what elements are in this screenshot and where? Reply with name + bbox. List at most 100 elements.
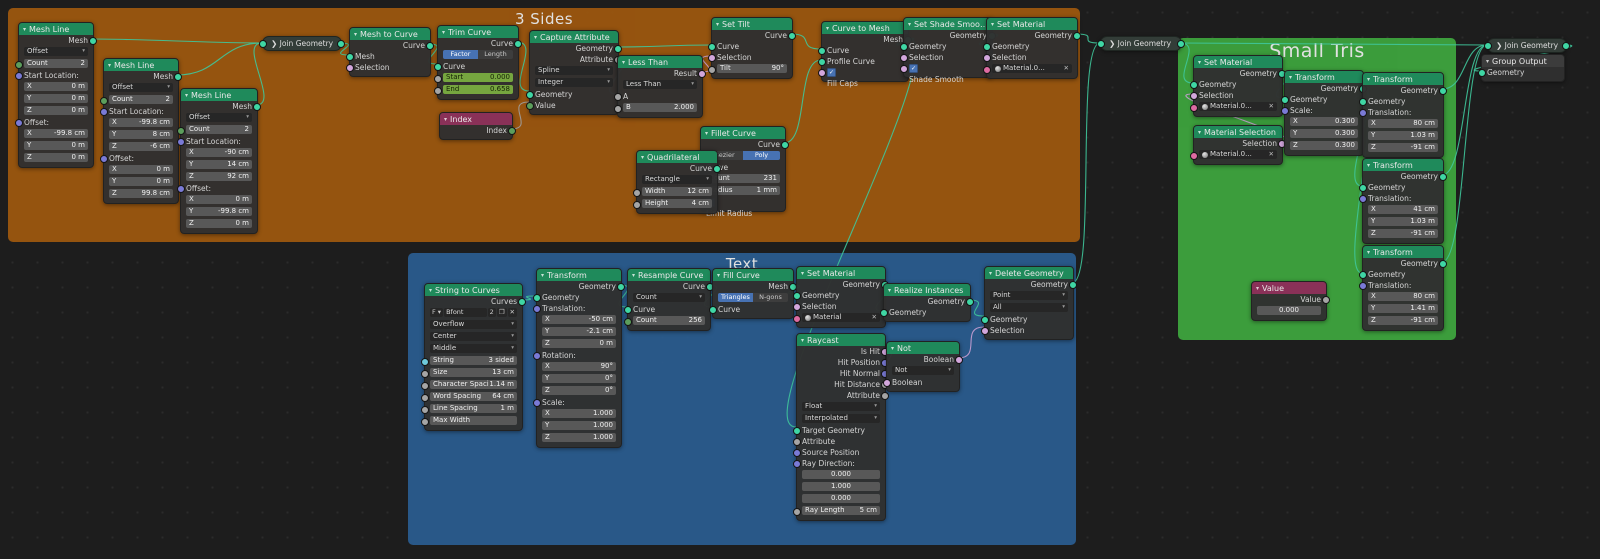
input-socket[interactable] <box>793 314 801 323</box>
input-socket[interactable] <box>818 57 826 66</box>
dropdown[interactable]: All ▾ <box>990 303 1068 312</box>
node-header[interactable]: ▾ Transform <box>1363 73 1443 85</box>
number-field[interactable]: Ray Length 5 cm <box>802 506 880 515</box>
vector-field[interactable]: Y 0 m <box>24 141 88 150</box>
input-socket[interactable] <box>177 126 185 135</box>
input-socket[interactable] <box>818 68 826 77</box>
input-socket[interactable] <box>100 154 108 163</box>
segment-option[interactable]: Poly <box>743 151 780 160</box>
dropdown[interactable]: Less Than ▾ <box>623 80 697 89</box>
input-socket[interactable] <box>793 437 801 446</box>
input-socket[interactable] <box>983 65 991 74</box>
input-socket[interactable] <box>1281 106 1289 115</box>
input-socket[interactable] <box>421 405 429 414</box>
vector-field[interactable]: Z 0 m <box>542 339 616 348</box>
node-header[interactable]: ▾ Set Material <box>797 267 885 279</box>
vector-field[interactable]: Y 0 m <box>24 94 88 103</box>
slider-field[interactable]: Start 0.000 <box>443 73 513 82</box>
number-field[interactable]: String 3 sided <box>430 356 517 365</box>
node-transform-text[interactable]: ▾ Transform Geometry Geometry Translation: X -… <box>533 268 625 448</box>
input-socket[interactable] <box>793 302 801 311</box>
node-join-geometry-1[interactable]: ❯ Join Geometry <box>259 36 345 51</box>
number-field[interactable]: Tilt 90° <box>717 64 787 73</box>
node-header[interactable]: ▾ Mesh Line <box>181 89 257 101</box>
node-mesh-line-2[interactable]: ▾ Mesh Line Mesh Offset ▾ Count 2 Start Locatio… <box>100 58 182 204</box>
output-socket[interactable] <box>518 297 526 306</box>
output-socket[interactable] <box>337 39 345 48</box>
input-socket[interactable] <box>1484 41 1492 50</box>
vector-field[interactable]: Z 0 m <box>24 153 88 162</box>
output-socket[interactable] <box>1177 39 1185 48</box>
output-socket[interactable] <box>1439 172 1447 181</box>
dropdown[interactable]: Offset ▾ <box>186 113 252 122</box>
input-socket[interactable] <box>1359 97 1367 106</box>
vector-field[interactable]: Y 8 cm <box>109 130 173 139</box>
node-mesh-line-3[interactable]: ▾ Mesh Line Mesh Offset ▾ Count 2 Start Locatio… <box>177 88 261 234</box>
input-socket[interactable] <box>624 317 632 326</box>
input-socket[interactable] <box>434 62 442 71</box>
close-icon[interactable]: ✕ <box>1269 150 1274 159</box>
vector-field[interactable]: Z -91 cm <box>1368 143 1438 152</box>
node-transform-2[interactable]: ▾ Transform Geometry Geometry Translation: X 8… <box>1359 72 1447 158</box>
output-socket[interactable] <box>174 72 182 81</box>
input-socket[interactable] <box>421 393 429 402</box>
dropdown[interactable]: Center ▾ <box>430 332 517 341</box>
input-socket[interactable] <box>708 53 716 62</box>
number-field[interactable]: Word Spacing 64 cm <box>430 392 517 401</box>
node-quadrilateral[interactable]: ▾ Quadrilateral Curve Rectangle ▾ Width 12 cm H… <box>633 150 721 214</box>
node-transform-3[interactable]: ▾ Transform Geometry Geometry Translation: X 4… <box>1359 158 1447 244</box>
input-socket[interactable] <box>900 64 908 73</box>
node-header[interactable]: ▾ Realize Instances <box>884 284 970 296</box>
number-field[interactable]: Size 13 cm <box>430 368 517 377</box>
number-field[interactable]: B 2.000 <box>623 103 697 112</box>
output-socket[interactable] <box>617 282 625 291</box>
node-header[interactable]: ▾ Transform <box>537 269 621 281</box>
node-material-selection[interactable]: ▾ Material Selection Selection Material.0..… <box>1190 125 1286 165</box>
input-socket[interactable] <box>614 92 622 101</box>
input-socket[interactable] <box>981 326 989 335</box>
input-socket[interactable] <box>533 293 541 302</box>
input-socket[interactable] <box>793 448 801 457</box>
value-field[interactable]: 0.000 <box>802 470 880 479</box>
input-socket[interactable] <box>708 42 716 51</box>
dropdown[interactable]: Overflow ▾ <box>430 320 517 329</box>
input-socket[interactable] <box>421 417 429 426</box>
output-socket[interactable] <box>514 39 522 48</box>
node-header[interactable]: ▾ Transform <box>1285 71 1363 83</box>
input-socket[interactable] <box>983 53 991 62</box>
input-socket[interactable] <box>1359 270 1367 279</box>
output-socket[interactable] <box>1073 31 1081 40</box>
node-transform-4[interactable]: ▾ Transform Geometry Geometry Translation: X 8… <box>1359 245 1447 331</box>
node-trim-curve[interactable]: ▾ Trim Curve Curve Factor Length Curve Start 0.… <box>434 25 522 100</box>
node-header[interactable]: ▾ Value <box>1252 282 1326 294</box>
vector-field[interactable]: X 80 cm <box>1368 292 1438 301</box>
input-socket[interactable] <box>421 381 429 390</box>
node-less-than[interactable]: ▾ Less Than Result Less Than ▾ A B 2.000 <box>614 55 706 118</box>
node-editor-canvas[interactable]: 3 Sides Text Small Tris ▾ Mesh Line Mesh Offse… <box>0 0 1600 559</box>
vector-field[interactable]: X 0 m <box>186 195 252 204</box>
node-header[interactable]: ▾ Mesh Line <box>104 59 178 71</box>
node-header[interactable]: ▾ Less Than <box>618 56 702 68</box>
node-transform-scale[interactable]: ▾ Transform Geometry Geometry Scale: X 0.300 Y 0… <box>1281 70 1367 156</box>
vector-field[interactable]: Y 1.03 m <box>1368 217 1438 226</box>
node-group-output[interactable]: ▾ Group Output Geometry <box>1478 54 1565 82</box>
node-set-tilt[interactable]: ▾ Set Tilt Curve Curve Selection Tilt 90° <box>708 17 796 79</box>
node-header[interactable]: ▾ Trim Curve <box>438 26 518 38</box>
segment-option[interactable]: N-gons <box>753 293 788 302</box>
segment-option[interactable]: Factor <box>443 50 478 59</box>
number-field[interactable]: Count 256 <box>633 316 705 325</box>
node-fill-curve[interactable]: ▾ Fill Curve Mesh Triangles N-gons Curve <box>709 268 797 319</box>
input-socket[interactable] <box>614 104 622 113</box>
node-header[interactable]: ▾ Raycast <box>797 334 885 346</box>
node-curve-to-mesh[interactable]: ▾ Curve to Mesh Mesh Curve Profile Curve ✓ Fil… <box>818 21 912 88</box>
input-socket[interactable] <box>1359 194 1367 203</box>
number-field[interactable]: Height 4 cm <box>642 199 712 208</box>
output-socket[interactable] <box>713 164 721 173</box>
input-socket[interactable] <box>709 305 717 314</box>
dropdown[interactable]: Rectangle ▾ <box>642 175 712 184</box>
node-index[interactable]: ▾ Index Index <box>439 112 516 140</box>
number-field[interactable]: Count 2 <box>186 125 252 134</box>
input-socket[interactable] <box>1190 91 1198 100</box>
node-header[interactable]: ▾ Not <box>887 342 959 354</box>
output-socket[interactable] <box>698 69 706 78</box>
